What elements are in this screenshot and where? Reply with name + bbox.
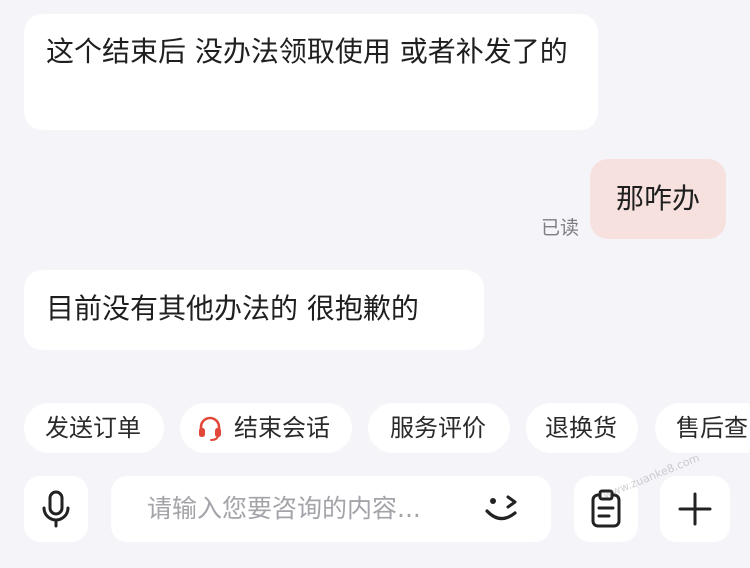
service-rating-chip[interactable]: 服务评价 [368,403,510,453]
message-text: 这个结束后 没办法领取使用 或者补发了的 [46,35,568,68]
more-button[interactable] [660,476,730,542]
agent-message-bubble: 目前没有其他办法的 很抱歉的 [24,270,484,350]
quick-actions-bar: 发送订单 结束会话 服务评价 退换货 售后查 [0,403,750,453]
input-placeholder: 请输入您要咨询的内容... [147,494,421,523]
chip-label: 售后查 [676,414,748,442]
return-exchange-chip[interactable]: 退换货 [526,403,638,453]
emoji-icon[interactable] [481,489,525,529]
chip-label: 结束会话 [234,414,330,442]
send-order-chip[interactable]: 发送订单 [24,403,164,453]
headset-icon [199,416,221,441]
chat-screen: 这个结束后 没办法领取使用 或者补发了的 那咋办 已读 目前没有其他办法的 很抱… [0,0,750,568]
message-text: 那咋办 [615,182,700,215]
after-sales-chip[interactable]: 售后查 [655,403,750,453]
voice-button[interactable] [24,476,88,542]
user-message-bubble: 那咋办 [590,159,726,239]
chip-label: 退换货 [545,414,617,442]
plus-icon [678,492,712,526]
end-session-chip[interactable]: 结束会话 [180,403,352,453]
chip-label: 服务评价 [390,414,486,442]
message-text: 目前没有其他办法的 很抱歉的 [46,292,419,325]
read-status: 已读 [541,217,580,239]
microphone-icon [42,490,70,528]
agent-message-bubble: 这个结束后 没办法领取使用 或者补发了的 [24,14,598,130]
chip-label: 发送订单 [45,414,141,442]
